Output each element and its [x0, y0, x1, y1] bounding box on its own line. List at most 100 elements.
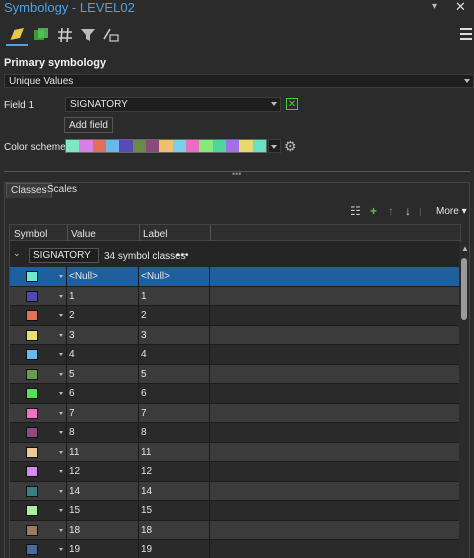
chevron-down-icon[interactable]	[59, 275, 63, 278]
symbol-cell[interactable]	[10, 443, 66, 462]
value-cell[interactable]: 18	[69, 525, 80, 536]
table-row[interactable]: 18 18	[10, 520, 460, 540]
chevron-down-icon[interactable]	[59, 353, 63, 356]
value-cell[interactable]: 11	[69, 447, 79, 458]
label-cell[interactable]: 6	[141, 388, 147, 399]
value-cell[interactable]: 12	[69, 466, 80, 477]
symbol-swatch[interactable]	[26, 329, 38, 341]
value-cell[interactable]: 4	[69, 349, 75, 360]
symbol-cell[interactable]	[10, 326, 66, 345]
value-cell[interactable]: 19	[69, 544, 80, 555]
hamburger-menu-icon[interactable]	[460, 28, 472, 40]
scrollbar-thumb[interactable]	[461, 258, 467, 320]
tab-scales[interactable]: Scales	[43, 183, 81, 198]
label-cell[interactable]: 19	[141, 544, 152, 555]
table-row[interactable]: 15 15	[10, 501, 460, 521]
move-up-icon[interactable]: ↑	[388, 204, 394, 218]
chevron-down-icon[interactable]	[59, 431, 63, 434]
table-row[interactable]: 55	[10, 364, 460, 384]
symbol-swatch[interactable]	[26, 485, 38, 497]
table-row[interactable]: 66	[10, 384, 460, 404]
table-row[interactable]: 11 11	[10, 442, 460, 462]
symbol-cell[interactable]	[10, 345, 66, 364]
symbol-swatch[interactable]	[26, 388, 38, 399]
table-row[interactable]: 44	[10, 345, 460, 365]
more-button[interactable]: More ▾	[436, 206, 467, 217]
label-classes-icon[interactable]	[54, 24, 76, 46]
symbol-cell[interactable]	[10, 306, 66, 325]
symbol-cell[interactable]	[10, 482, 66, 501]
chevron-down-icon[interactable]	[59, 392, 63, 395]
color-scheme-dropdown[interactable]	[268, 139, 281, 153]
symbol-swatch[interactable]	[26, 290, 38, 302]
symbol-cell[interactable]	[10, 384, 66, 403]
symbol-swatch[interactable]	[26, 271, 38, 282]
filter-icon[interactable]	[77, 24, 99, 46]
label-cell[interactable]: 7	[141, 408, 147, 419]
add-icon[interactable]: +	[370, 204, 377, 218]
group-options-icon[interactable]: •••	[176, 250, 190, 261]
symbol-swatch[interactable]	[26, 427, 38, 438]
field1-dropdown[interactable]: SIGNATORY	[65, 97, 281, 112]
collapse-chevron-icon[interactable]: ⌄	[13, 248, 21, 259]
pin-icon[interactable]: ▾	[432, 1, 437, 12]
symbol-swatch[interactable]	[26, 349, 38, 360]
add-all-values-icon[interactable]: ☷	[350, 204, 361, 218]
symbol-swatch[interactable]	[26, 407, 38, 419]
value-cell[interactable]: 2	[69, 310, 75, 321]
table-row[interactable]: 22	[10, 306, 460, 326]
symbol-cell[interactable]	[10, 501, 66, 520]
resize-grip-icon[interactable]: •••	[232, 169, 241, 179]
chevron-down-icon[interactable]	[59, 314, 63, 317]
value-cell[interactable]: 1	[69, 291, 75, 302]
value-cell[interactable]: 8	[69, 427, 75, 438]
symbol-swatch[interactable]	[26, 368, 38, 380]
symbol-cell[interactable]	[10, 540, 66, 558]
label-cell[interactable]: 1	[141, 291, 147, 302]
move-down-icon[interactable]: ↓	[405, 204, 411, 218]
symbol-swatch[interactable]	[26, 310, 38, 321]
value-cell[interactable]: 6	[69, 388, 75, 399]
symbol-cell[interactable]	[10, 365, 66, 384]
table-row[interactable]: 14 14	[10, 481, 460, 501]
label-cell[interactable]: 3	[141, 330, 147, 341]
label-cell[interactable]: 15	[141, 505, 152, 516]
advanced-symbology-icon[interactable]	[100, 24, 122, 46]
table-row[interactable]: <Null> <Null>	[10, 267, 460, 287]
color-scheme-ramp[interactable]	[65, 139, 267, 153]
chevron-down-icon[interactable]	[59, 294, 63, 298]
value-cell[interactable]: <Null>	[69, 271, 98, 282]
table-row[interactable]: 77	[10, 403, 460, 423]
label-cell[interactable]: 18	[141, 525, 152, 536]
chevron-down-icon[interactable]	[59, 450, 63, 454]
chevron-down-icon[interactable]	[59, 548, 63, 551]
symbol-swatch[interactable]	[26, 505, 38, 516]
label-cell[interactable]: 5	[141, 369, 147, 380]
value-cell[interactable]: 3	[69, 330, 75, 341]
symbol-cell[interactable]	[10, 423, 66, 442]
scroll-up-icon[interactable]: ▲	[461, 244, 469, 253]
col-header-symbol[interactable]: Symbol	[14, 229, 47, 240]
symbol-cell[interactable]	[10, 287, 66, 306]
label-cell[interactable]: 4	[141, 349, 147, 360]
label-cell[interactable]: 11	[141, 447, 151, 458]
symbol-swatch[interactable]	[26, 466, 38, 477]
table-row[interactable]: 11	[10, 286, 460, 306]
table-row[interactable]: 33	[10, 325, 460, 345]
primary-symbology-icon[interactable]	[6, 24, 28, 46]
gear-icon[interactable]: ⚙	[284, 138, 297, 155]
chevron-down-icon[interactable]	[59, 333, 63, 337]
table-row[interactable]: 19 19	[10, 540, 460, 558]
symbol-cell[interactable]	[10, 404, 66, 423]
value-cell[interactable]: 15	[69, 505, 80, 516]
col-header-label[interactable]: Label	[143, 229, 167, 240]
label-cell[interactable]: 8	[141, 427, 147, 438]
chevron-down-icon[interactable]	[59, 509, 63, 512]
label-cell[interactable]: 2	[141, 310, 147, 321]
add-field-button[interactable]: Add field	[64, 117, 113, 133]
table-row[interactable]: 88	[10, 423, 460, 443]
label-cell[interactable]: 14	[141, 486, 152, 497]
symbol-swatch[interactable]	[26, 544, 38, 555]
close-icon[interactable]: ✕	[455, 0, 466, 15]
chevron-down-icon[interactable]	[59, 528, 63, 532]
